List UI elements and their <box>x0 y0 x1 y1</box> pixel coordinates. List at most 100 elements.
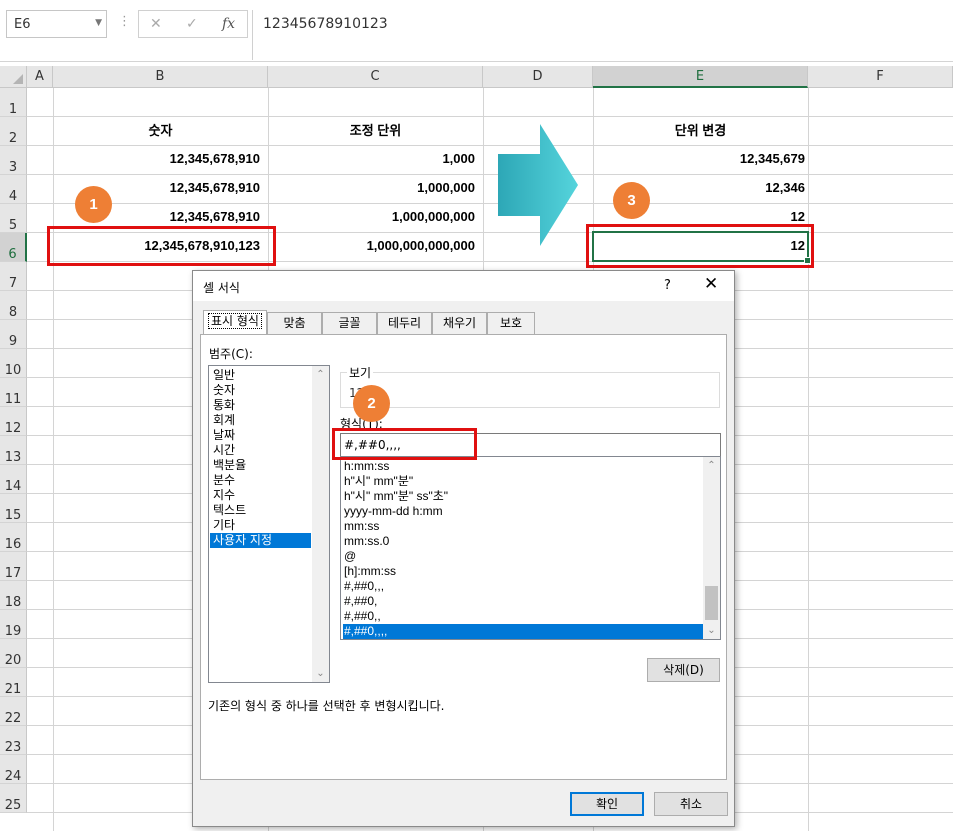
category-item[interactable]: 회계 <box>210 413 311 428</box>
column-header-e[interactable]: E <box>593 66 808 88</box>
scroll-down-icon[interactable]: ⌄ <box>703 622 720 639</box>
dialog-title: 셀 서식 <box>203 281 240 295</box>
cell-c4[interactable]: 1,000,000 <box>268 180 475 195</box>
row-header-18[interactable]: 18 <box>0 581 27 610</box>
row-header-25[interactable]: 25 <box>0 784 27 813</box>
formula-buttons: ✕ ✓ fx <box>138 10 248 38</box>
format-item[interactable]: #,##0,, <box>343 609 703 624</box>
chevron-down-icon[interactable]: ▼ <box>95 18 102 28</box>
scroll-thumb[interactable] <box>705 586 718 620</box>
cancel-icon[interactable]: ✕ <box>150 16 162 32</box>
more-dots-icon: ⋮ <box>118 14 131 29</box>
format-item[interactable]: @ <box>343 549 703 564</box>
row-header-4[interactable]: 4 <box>0 175 27 204</box>
tab-fill[interactable]: 채우기 <box>432 312 487 334</box>
scroll-up-icon[interactable]: ⌃ <box>312 366 329 383</box>
category-label: 범주(C): <box>209 347 253 361</box>
category-item[interactable]: 텍스트 <box>210 503 311 518</box>
cell-e2[interactable]: 단위 변경 <box>593 120 808 139</box>
highlight-box-type <box>332 428 477 460</box>
cell-c5[interactable]: 1,000,000,000 <box>268 209 475 224</box>
cell-b2[interactable]: 숫자 <box>53 120 268 139</box>
row-header-8[interactable]: 8 <box>0 291 27 320</box>
category-item[interactable]: 시간 <box>210 443 311 458</box>
category-item[interactable]: 기타 <box>210 518 311 533</box>
category-item[interactable]: 일반 <box>210 368 311 383</box>
format-item[interactable]: h:mm:ss <box>343 459 703 474</box>
cell-c3[interactable]: 1,000 <box>268 151 475 166</box>
category-item[interactable]: 지수 <box>210 488 311 503</box>
category-item[interactable]: 사용자 지정 <box>210 533 311 548</box>
highlight-box-b6 <box>47 226 276 266</box>
row-header-7[interactable]: 7 <box>0 262 27 291</box>
row-header-10[interactable]: 10 <box>0 349 27 378</box>
row-header-21[interactable]: 21 <box>0 668 27 697</box>
row-header-5[interactable]: 5 <box>0 204 27 233</box>
category-item[interactable]: 숫자 <box>210 383 311 398</box>
row-header-6[interactable]: 6 <box>0 233 27 262</box>
category-item[interactable]: 분수 <box>210 473 311 488</box>
row-header-22[interactable]: 22 <box>0 697 27 726</box>
insert-function-icon[interactable]: fx <box>222 16 235 32</box>
select-all-corner[interactable] <box>0 66 27 88</box>
row-header-2[interactable]: 2 <box>0 117 27 146</box>
format-scrollbar[interactable]: ⌃ ⌄ <box>703 457 720 639</box>
enter-icon[interactable]: ✓ <box>186 16 198 32</box>
cell-b3[interactable]: 12,345,678,910 <box>53 151 260 166</box>
scroll-down-icon[interactable]: ⌄ <box>312 665 329 682</box>
cell-e3[interactable]: 12,345,679 <box>593 151 805 166</box>
number-tab-panel: 범주(C): 일반 숫자 통화 회계 날짜 시간 백분율 분수 지수 텍스트 기타 사용자 지정 ⌃ … <box>200 334 727 780</box>
format-item[interactable]: h"시" mm"분" ss"초" <box>343 489 703 504</box>
row-header-15[interactable]: 15 <box>0 494 27 523</box>
category-item[interactable]: 백분율 <box>210 458 311 473</box>
row-header-14[interactable]: 14 <box>0 465 27 494</box>
format-list[interactable]: h:mm:ss h"시" mm"분" h"시" mm"분" ss"초" yyyy-mm… <box>340 456 721 640</box>
delete-button[interactable]: 삭제(D) <box>647 658 720 682</box>
row-header-23[interactable]: 23 <box>0 726 27 755</box>
column-header-c[interactable]: C <box>268 66 483 88</box>
row-header-16[interactable]: 16 <box>0 523 27 552</box>
row-header-1[interactable]: 1 <box>0 88 27 117</box>
format-item[interactable]: mm:ss.0 <box>343 534 703 549</box>
name-box[interactable]: E6 ▼ <box>6 10 107 38</box>
row-header-19[interactable]: 19 <box>0 610 27 639</box>
row-header-17[interactable]: 17 <box>0 552 27 581</box>
formula-input[interactable]: 12345678910123 <box>252 10 953 60</box>
category-scrollbar[interactable]: ⌃ ⌄ <box>312 366 329 682</box>
category-item[interactable]: 날짜 <box>210 428 311 443</box>
column-header-d[interactable]: D <box>483 66 593 88</box>
column-header-f[interactable]: F <box>808 66 953 88</box>
format-item[interactable]: yyyy-mm-dd h:mm <box>343 504 703 519</box>
row-header-24[interactable]: 24 <box>0 755 27 784</box>
tab-number[interactable]: 표시 형식 <box>203 310 267 335</box>
close-icon[interactable]: ✕ <box>704 274 718 294</box>
column-header-b[interactable]: B <box>53 66 268 88</box>
tab-protection[interactable]: 보호 <box>487 312 535 334</box>
ok-button[interactable]: 확인 <box>570 792 644 816</box>
cancel-button[interactable]: 취소 <box>654 792 728 816</box>
category-list[interactable]: 일반 숫자 통화 회계 날짜 시간 백분율 분수 지수 텍스트 기타 사용자 지정 ⌃ ⌄ <box>208 365 330 683</box>
cell-c2[interactable]: 조정 단위 <box>268 120 483 139</box>
format-item[interactable]: #,##0,,, <box>343 579 703 594</box>
row-header-13[interactable]: 13 <box>0 436 27 465</box>
format-item[interactable]: [h]:mm:ss <box>343 564 703 579</box>
column-header-a[interactable]: A <box>27 66 53 88</box>
cell-c6[interactable]: 1,000,000,000,000 <box>268 238 475 253</box>
highlight-box-e6 <box>586 224 814 268</box>
tab-font[interactable]: 글꼴 <box>322 312 377 334</box>
format-item[interactable]: h"시" mm"분" <box>343 474 703 489</box>
category-item[interactable]: 통화 <box>210 398 311 413</box>
row-header-3[interactable]: 3 <box>0 146 27 175</box>
format-item[interactable]: mm:ss <box>343 519 703 534</box>
format-item[interactable]: #,##0,,,, <box>343 624 703 639</box>
tab-border[interactable]: 테두리 <box>377 312 432 334</box>
row-header-9[interactable]: 9 <box>0 320 27 349</box>
row-header-12[interactable]: 12 <box>0 407 27 436</box>
tab-alignment[interactable]: 맞춤 <box>267 312 322 334</box>
name-box-value: E6 <box>14 17 31 32</box>
format-item[interactable]: #,##0, <box>343 594 703 609</box>
row-header-11[interactable]: 11 <box>0 378 27 407</box>
help-icon[interactable]: ? <box>664 278 671 293</box>
scroll-up-icon[interactable]: ⌃ <box>703 457 720 474</box>
row-header-20[interactable]: 20 <box>0 639 27 668</box>
